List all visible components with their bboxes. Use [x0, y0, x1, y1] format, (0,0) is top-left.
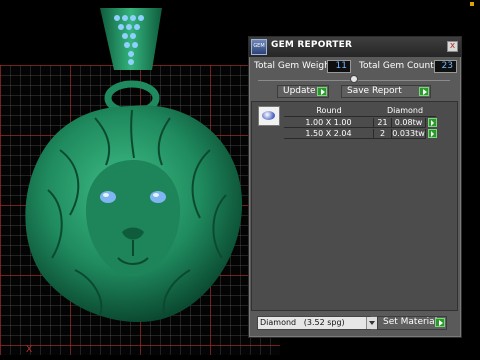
set-material-button-label: Set Material	[383, 317, 438, 327]
close-button[interactable]: x	[447, 41, 458, 52]
total-gem-count-label: Total Gem Count	[359, 61, 434, 71]
gem-reporter-panel: GEM GEM REPORTER x Total Gem Weight 11 T…	[248, 36, 462, 338]
gem-count: 21	[374, 118, 392, 128]
material-column-header: Diamond	[374, 106, 436, 117]
panel-title: GEM REPORTER	[271, 40, 353, 50]
panel-titlebar[interactable]: GEM GEM REPORTER x	[249, 37, 461, 57]
gem-shape-icon[interactable]	[258, 106, 280, 126]
gem-weight: 0.033tw	[392, 129, 426, 139]
gem-list: Round Diamond 1.00 X 1.00 21 0.08tw 1.50…	[251, 101, 458, 311]
gem-app-icon: GEM	[251, 39, 267, 55]
total-gem-weight-label: Total Gem Weight	[254, 61, 334, 71]
save-report-arrow-icon	[419, 87, 429, 96]
set-material-arrow-icon	[435, 318, 445, 327]
update-button-label: Update	[283, 86, 316, 96]
row-select-arrow-icon[interactable]	[428, 129, 437, 138]
shape-column-header: Round	[284, 106, 374, 117]
set-material-button[interactable]: Set Material	[377, 316, 447, 330]
save-report-button[interactable]: Save Report	[341, 85, 431, 98]
row-select-arrow-icon[interactable]	[428, 118, 437, 127]
update-arrow-icon	[317, 87, 327, 96]
update-button[interactable]: Update	[277, 85, 329, 98]
app-icon-text: GEM	[253, 43, 265, 49]
gem-weight: 0.08tw	[392, 118, 426, 128]
save-report-button-label: Save Report	[347, 86, 402, 96]
material-dropdown-value: Diamond (3.52 spg)	[260, 318, 345, 327]
total-gem-weight-value: 11	[327, 60, 351, 73]
gem-count: 2	[374, 129, 392, 139]
gem-size: 1.50 X 2.04	[284, 129, 374, 139]
pendant-bail	[100, 8, 162, 116]
status-indicator	[470, 2, 474, 6]
slider-handle[interactable]	[350, 75, 358, 83]
material-dropdown[interactable]: Diamond (3.52 spg)	[257, 316, 378, 330]
axis-x-marker: X	[26, 345, 33, 355]
gem-size: 1.00 X 1.00	[284, 118, 374, 128]
total-gem-count-value: 23	[434, 60, 457, 73]
